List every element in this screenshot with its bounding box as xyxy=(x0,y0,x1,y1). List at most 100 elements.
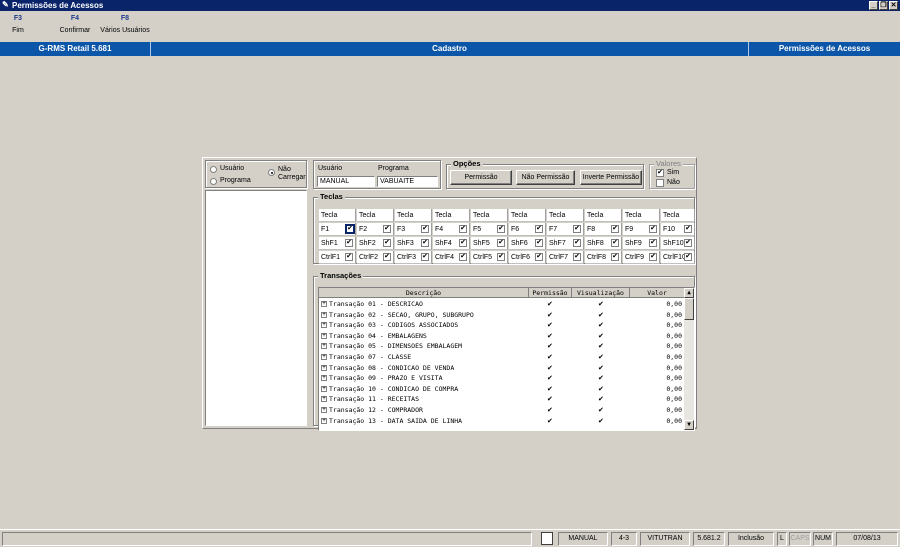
nao-permissao-button[interactable]: Não Permissão xyxy=(516,170,575,185)
permissao-check-icon[interactable]: ✔ xyxy=(547,299,553,310)
permissao-check-icon[interactable]: ✔ xyxy=(547,310,553,321)
permissao-check-icon[interactable]: ✔ xyxy=(547,331,553,342)
expand-icon[interactable]: + xyxy=(321,407,327,413)
permissao-check-icon[interactable]: ✔ xyxy=(547,363,553,374)
visualizacao-check-icon[interactable]: ✔ xyxy=(598,341,604,352)
key-permission-checkbox[interactable]: ✔ xyxy=(573,253,581,261)
transaction-row[interactable]: + Transação 07 - CLASSE ✔ ✔ 0,00 xyxy=(319,352,685,363)
expand-icon[interactable]: + xyxy=(321,396,327,403)
key-permission-checkbox[interactable]: ✔ xyxy=(684,239,692,247)
transaction-row[interactable]: + Transação 03 - CODIGOS ASSOCIADOS ✔ ✔ 0,00 xyxy=(319,320,685,331)
expand-icon[interactable]: + xyxy=(321,375,327,382)
programa-input[interactable]: VABUAITE xyxy=(377,176,438,187)
visualizacao-check-icon[interactable]: ✔ xyxy=(598,373,604,384)
transaction-value[interactable]: 0,00 xyxy=(630,310,682,321)
key-permission-checkbox[interactable]: ✔ xyxy=(649,225,657,233)
key-permission-checkbox[interactable]: ✔ xyxy=(535,239,543,247)
f8-multiple-users-button[interactable]: F8 Vários Usuários xyxy=(100,15,150,34)
transaction-value[interactable]: 0,00 xyxy=(630,416,682,427)
key-permission-checkbox[interactable]: ✔ xyxy=(421,239,429,247)
key-permission-checkbox[interactable]: ✔ xyxy=(421,253,429,261)
inverte-permissao-button[interactable]: Inverte Permissão xyxy=(580,170,642,185)
permissao-check-icon[interactable]: ✔ xyxy=(547,320,553,331)
visualizacao-check-icon[interactable]: ✔ xyxy=(598,405,604,416)
visualizacao-check-icon[interactable]: ✔ xyxy=(598,352,604,363)
key-permission-checkbox[interactable]: ✔ xyxy=(459,253,467,261)
transaction-row[interactable]: + Transação 13 - DATA SAIDA DE LINHA ✔ ✔ 0,0… xyxy=(319,416,685,427)
key-permission-checkbox[interactable]: ✔ xyxy=(497,239,505,247)
transaction-row[interactable]: + Transação 09 - PRAZO E VISITA ✔ ✔ 0,00 xyxy=(319,373,685,384)
visualizacao-check-icon[interactable]: ✔ xyxy=(598,384,604,395)
nao-carregar-radio[interactable] xyxy=(268,169,275,176)
key-permission-checkbox[interactable]: ✔ xyxy=(535,253,543,261)
key-permission-checkbox[interactable]: ✔ xyxy=(649,253,657,261)
key-permission-checkbox[interactable]: ✔ xyxy=(497,225,505,233)
column-header-descricao[interactable]: Descrição xyxy=(319,288,529,298)
transaction-value[interactable]: 0,00 xyxy=(630,363,682,374)
transaction-value[interactable]: 0,00 xyxy=(630,331,682,342)
permissao-check-icon[interactable]: ✔ xyxy=(547,405,553,416)
restore-button[interactable]: ❐ xyxy=(879,1,888,10)
key-permission-checkbox[interactable]: ✔ xyxy=(684,225,692,233)
programa-radio[interactable] xyxy=(210,178,217,185)
key-permission-checkbox[interactable]: ✔ xyxy=(345,239,353,247)
expand-icon[interactable]: + xyxy=(321,301,327,307)
key-permission-checkbox[interactable]: ✔ xyxy=(459,225,467,233)
transaction-row[interactable]: + Transação 11 - RECEITAS ✔ ✔ 0,00 xyxy=(319,394,685,405)
key-permission-checkbox[interactable]: ✔ xyxy=(573,225,581,233)
transaction-value[interactable]: 0,00 xyxy=(630,352,682,363)
transaction-row[interactable]: + Transação 10 - CONDICAO DE COMPRA ✔ ✔ 0,00 xyxy=(319,384,685,395)
expand-icon[interactable]: + xyxy=(321,354,327,360)
transaction-row[interactable]: + Transação 04 - EMBALAGENS ✔ ✔ 0,00 xyxy=(319,331,685,342)
transaction-row[interactable]: + Transação 12 - COMPRADOR ✔ ✔ 0,00 xyxy=(319,405,685,416)
expand-icon[interactable]: + xyxy=(321,311,327,318)
key-permission-checkbox[interactable]: ✔ xyxy=(383,239,391,247)
key-permission-checkbox[interactable]: ✔ xyxy=(421,225,429,233)
permissao-check-icon[interactable]: ✔ xyxy=(547,416,553,427)
key-permission-checkbox[interactable]: ✔ xyxy=(573,239,581,247)
visualizacao-check-icon[interactable]: ✔ xyxy=(598,394,604,405)
key-permission-checkbox[interactable]: ✔ xyxy=(345,253,353,261)
key-permission-checkbox[interactable]: ✔ xyxy=(535,225,543,233)
transaction-row[interactable]: + Transação 08 - CONDICAO DE VENDA ✔ ✔ 0,00 xyxy=(319,363,685,374)
key-permission-checkbox[interactable]: ✔ xyxy=(345,224,355,234)
scroll-down-icon[interactable]: ▼ xyxy=(684,420,694,430)
transaction-value[interactable]: 0,00 xyxy=(630,405,682,416)
expand-icon[interactable]: + xyxy=(321,332,327,339)
column-header-permissao[interactable]: Permissão xyxy=(529,288,572,298)
permissao-check-icon[interactable]: ✔ xyxy=(547,373,553,384)
f3-exit-button[interactable]: F3 Fim xyxy=(6,15,30,34)
sim-checkbox[interactable]: ✔ xyxy=(656,169,664,177)
visualizacao-check-icon[interactable]: ✔ xyxy=(598,416,604,427)
permissao-check-icon[interactable]: ✔ xyxy=(547,352,553,363)
key-permission-checkbox[interactable]: ✔ xyxy=(383,225,391,233)
key-permission-checkbox[interactable]: ✔ xyxy=(649,239,657,247)
key-permission-checkbox[interactable]: ✔ xyxy=(684,253,692,261)
permissao-check-icon[interactable]: ✔ xyxy=(547,341,553,352)
usuario-radio[interactable] xyxy=(210,166,217,173)
column-header-visualizacao[interactable]: Visualização xyxy=(572,288,630,298)
key-permission-checkbox[interactable]: ✔ xyxy=(611,225,619,233)
transaction-value[interactable]: 0,00 xyxy=(630,373,682,384)
key-permission-checkbox[interactable]: ✔ xyxy=(459,239,467,247)
permissao-check-icon[interactable]: ✔ xyxy=(547,384,553,395)
close-button[interactable]: ✕ xyxy=(889,1,898,10)
f4-confirm-button[interactable]: F4 Confirmar xyxy=(58,15,92,34)
column-header-valor[interactable]: Valor xyxy=(630,288,685,298)
visualizacao-check-icon[interactable]: ✔ xyxy=(598,331,604,342)
expand-icon[interactable]: + xyxy=(321,322,327,329)
key-permission-checkbox[interactable]: ✔ xyxy=(611,239,619,247)
key-permission-checkbox[interactable]: ✔ xyxy=(497,253,505,261)
permissao-button[interactable]: Permissão xyxy=(450,170,512,185)
minimize-button[interactable]: _ xyxy=(869,1,878,10)
visualizacao-check-icon[interactable]: ✔ xyxy=(598,320,604,331)
usuario-input[interactable]: MANUAL xyxy=(317,176,375,187)
expand-icon[interactable]: + xyxy=(321,364,327,371)
expand-icon[interactable]: + xyxy=(321,385,327,392)
scroll-thumb[interactable] xyxy=(684,298,694,320)
user-list[interactable] xyxy=(205,190,307,426)
transaction-value[interactable]: 0,00 xyxy=(630,299,682,310)
transaction-row[interactable]: + Transação 02 - SECAO, GRUPO, SUBGRUPO ✔ ✔… xyxy=(319,310,685,321)
visualizacao-check-icon[interactable]: ✔ xyxy=(598,363,604,374)
nao-checkbox[interactable] xyxy=(656,179,664,187)
